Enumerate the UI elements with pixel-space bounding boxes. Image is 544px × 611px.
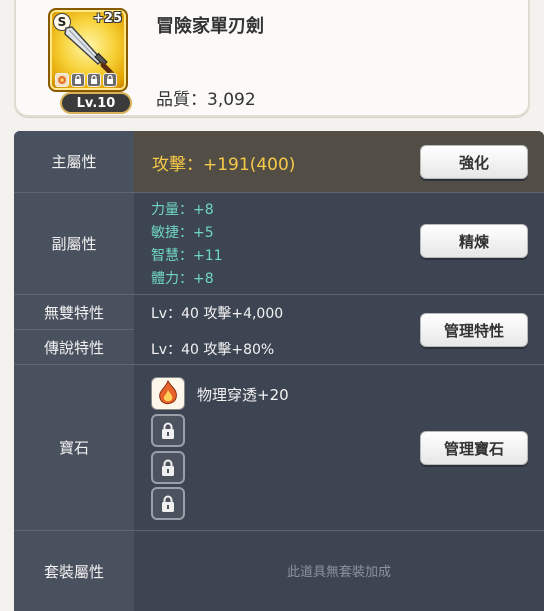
- gem-slot-filled[interactable]: [151, 377, 185, 410]
- unique-trait-label: 無雙特性: [43, 303, 104, 322]
- mini-lock-icon: [87, 73, 101, 87]
- item-header-card: S +25 Lv.10 冒險家單刃劍 品質：3,092: [14, 0, 530, 117]
- gem-label: 寶石: [58, 439, 89, 457]
- refine-button[interactable]: 精煉: [420, 224, 528, 258]
- quality-label: 品質：: [156, 90, 207, 110]
- mini-gem-icon: [55, 73, 69, 87]
- enhance-button[interactable]: 強化: [420, 145, 528, 179]
- lock-icon: [162, 422, 174, 439]
- level-badge: Lv.10: [60, 92, 132, 114]
- legend-trait-value: Lv：40 攻擊+80%: [151, 342, 275, 358]
- gem-slot-locked[interactable]: [151, 487, 185, 520]
- item-icon-frame[interactable]: S +25 Lv.10: [36, 4, 140, 114]
- manage-gems-button[interactable]: 管理寶石: [420, 431, 528, 465]
- gem-flame-icon: [159, 379, 177, 405]
- unique-trait-value: Lv：40 攻擊+4,000: [151, 306, 284, 322]
- sub-attr-list: 力量：+8 敏捷：+5 智慧：+11 體力：+8: [151, 199, 223, 291]
- mini-lock-icon: [103, 73, 117, 87]
- gem-slot-text: 物理穿透+20: [197, 386, 289, 404]
- item-stats-panel: 主屬性 攻擊：+191(400) 強化 副屬性 力量：+8 敏捷：+5 智慧：+…: [14, 131, 544, 611]
- item-icon[interactable]: S +25: [48, 8, 128, 92]
- lock-icon: [162, 495, 174, 512]
- sword-icon: [64, 26, 115, 77]
- sub-attr-item: 力量：+8: [151, 202, 214, 218]
- set-bonus-label: 套裝屬性: [43, 562, 104, 581]
- mini-gem-slots: [55, 73, 117, 87]
- sub-attr-item: 敏捷：+5: [151, 225, 214, 241]
- quality-display: 品質：3,092: [156, 85, 256, 110]
- sub-attr-item: 體力：+8: [151, 271, 214, 287]
- main-attr-value: 攻擊：+191(400): [152, 155, 296, 175]
- mini-lock-icon: [71, 73, 85, 87]
- sub-attr-item: 智慧：+11: [151, 248, 223, 264]
- item-name: 冒險家單刃劍: [156, 16, 264, 37]
- gem-slot-locked[interactable]: [151, 414, 185, 447]
- main-attr-label: 主屬性: [51, 153, 97, 171]
- gem-slot-locked[interactable]: [151, 451, 185, 484]
- legend-trait-label: 傳說特性: [43, 338, 104, 357]
- sub-attr-label: 副屬性: [51, 235, 97, 253]
- quality-value: 3,092: [207, 90, 256, 110]
- set-bonus-value: 此道具無套裝加成: [286, 565, 391, 580]
- lock-icon: [162, 459, 174, 476]
- manage-traits-button[interactable]: 管理特性: [420, 313, 528, 347]
